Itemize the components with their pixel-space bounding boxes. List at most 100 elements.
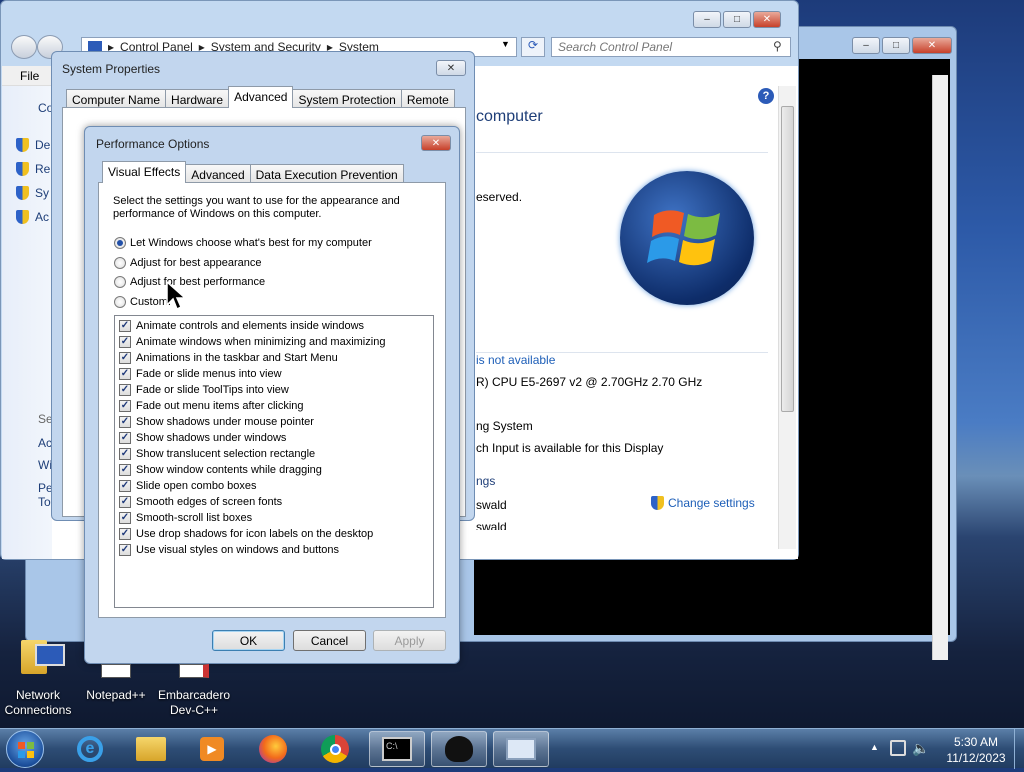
taskbar-internet-explorer[interactable]: e (62, 731, 118, 767)
rating-link[interactable]: is not available (476, 353, 555, 367)
effect-checkbox[interactable]: ✓ Slide open combo boxes (119, 478, 433, 494)
system-clock[interactable]: 5:30 AM 11/12/2023 (936, 734, 1016, 766)
desktop-icon-label: Notepad++ (86, 688, 146, 702)
copyright-text: eserved. (476, 190, 523, 204)
help-icon[interactable]: ? (758, 88, 774, 104)
shield-icon (16, 162, 29, 176)
effect-checkbox[interactable]: ✓ Smooth edges of screen fonts (119, 494, 433, 510)
taskbar-chrome[interactable] (307, 731, 363, 767)
menu-file[interactable]: File (20, 69, 39, 83)
tab-visual-effects[interactable]: Visual Effects (102, 161, 187, 183)
effect-checkbox[interactable]: ✓ Animations in the taskbar and Start Men… (119, 350, 433, 366)
desktop-icon-devcpp[interactable]: Embarcadero Dev-C++ (156, 664, 232, 718)
effect-checkbox[interactable]: ✓ Show shadows under windows (119, 430, 433, 446)
close-icon[interactable]: ✕ (912, 37, 952, 54)
left-pane-item[interactable]: Sy (16, 186, 49, 200)
search-icon[interactable]: ⚲ (773, 39, 782, 53)
effect-label: Fade or slide ToolTips into view (136, 384, 289, 396)
apply-button[interactable]: Apply (373, 630, 446, 651)
description-text: Select the settings you want to use for … (113, 195, 400, 220)
tab-data-execution-prevention[interactable]: Data Execution Prevention (249, 164, 404, 183)
start-button[interactable] (6, 730, 44, 768)
radio-best-performance[interactable]: Adjust for best performance (114, 276, 265, 288)
effect-checkbox[interactable]: ✓ Fade or slide ToolTips into view (119, 382, 433, 398)
volume-muted-icon[interactable]: 🔈 (912, 740, 929, 757)
effect-checkbox[interactable]: ✓ Show window contents while dragging (119, 462, 433, 478)
effect-checkbox[interactable]: ✓ Show shadows under mouse pointer (119, 414, 433, 430)
left-pane-item[interactable]: Ac (16, 210, 49, 224)
network-status-icon[interactable] (890, 740, 906, 756)
effect-checkbox[interactable]: ✓ Fade out menu items after clicking (119, 398, 433, 414)
effect-label: Slide open combo boxes (136, 480, 257, 492)
visual-effects-list[interactable]: ✓ Animate controls and elements inside wi… (114, 315, 434, 608)
tab-remote[interactable]: Remote (400, 89, 455, 108)
devcpp-icon (179, 664, 209, 678)
change-settings-link[interactable]: Change settings (651, 496, 755, 510)
left-pane-item[interactable]: Re (16, 162, 50, 176)
shield-icon (16, 186, 29, 200)
checkmark-icon: ✓ (119, 496, 131, 508)
taskbar-explorer[interactable] (123, 731, 179, 767)
ok-button[interactable]: OK (212, 630, 285, 651)
back-icon[interactable] (11, 35, 37, 59)
left-pane-link[interactable]: To (38, 495, 51, 509)
performance-options-dialog[interactable]: Performance Options ✕ Visual Effects Adv… (84, 126, 460, 664)
effect-checkbox[interactable]: ✓ Use visual styles on windows and button… (119, 542, 433, 558)
taskbar-firefox[interactable] (245, 731, 301, 767)
left-pane-item[interactable]: De (16, 138, 50, 152)
taskbar-system[interactable] (493, 731, 549, 767)
radio-custom[interactable]: Custom: (114, 296, 171, 308)
radio-windows-choose[interactable]: Let Windows choose what's best for my co… (114, 237, 372, 249)
cp-scrollbar[interactable] (778, 86, 796, 549)
effect-label: Show shadows under mouse pointer (136, 416, 314, 428)
minimize-icon[interactable]: – (852, 37, 880, 54)
checkmark-icon: ✓ (119, 480, 131, 492)
radio-icon (114, 296, 126, 308)
tab-hardware[interactable]: Hardware (165, 89, 230, 108)
bg-scrollbar[interactable] (932, 75, 948, 660)
dropdown-arrow-icon[interactable]: ▼ (501, 39, 510, 49)
search-input[interactable]: Search Control Panel (551, 37, 791, 57)
close-icon[interactable]: ✕ (436, 60, 466, 76)
checkmark-icon: ✓ (119, 432, 131, 444)
close-icon[interactable]: ✕ (421, 135, 451, 151)
left-pane-link[interactable]: Wi (38, 458, 52, 472)
radio-best-appearance[interactable]: Adjust for best appearance (114, 257, 261, 269)
effect-checkbox[interactable]: ✓ Animate windows when minimizing and max… (119, 334, 433, 350)
desktop-icon-network-connections[interactable]: Network Connections (0, 634, 76, 718)
shield-icon (16, 138, 29, 152)
cancel-button[interactable]: Cancel (293, 630, 366, 651)
checkmark-icon: ✓ (119, 400, 131, 412)
close-icon[interactable]: ✕ (753, 11, 781, 28)
dialog-title: Performance Options (96, 137, 210, 151)
effect-checkbox[interactable]: ✓ Smooth-scroll list boxes (119, 510, 433, 526)
scroll-thumb[interactable] (781, 106, 794, 412)
tab-computer-name[interactable]: Computer Name (66, 89, 167, 108)
system-type-value: ng System (476, 419, 533, 433)
effect-checkbox[interactable]: ✓ Fade or slide menus into view (119, 366, 433, 382)
effect-checkbox[interactable]: ✓ Show translucent selection rectangle (119, 446, 433, 462)
maximize-icon[interactable]: □ (882, 37, 910, 54)
taskbar-app[interactable] (431, 731, 487, 767)
taskbar-media-player[interactable]: ▶ (184, 731, 240, 767)
refresh-icon[interactable]: ⟳ (521, 37, 545, 57)
checkmark-icon: ✓ (119, 528, 131, 540)
left-pane-link[interactable]: Ac (38, 436, 52, 450)
desktop-icon-notepadpp[interactable]: Notepad++ (78, 664, 154, 703)
show-desktop-button[interactable] (1014, 729, 1024, 769)
shield-icon (651, 496, 664, 510)
tab-system-protection[interactable]: System Protection (292, 89, 402, 108)
show-hidden-icons-icon[interactable]: ▲ (870, 742, 879, 752)
tab-advanced[interactable]: Advanced (185, 164, 251, 183)
taskbar-cmd[interactable]: C:\ (369, 731, 425, 767)
clock-time: 5:30 AM (953, 735, 999, 749)
radio-icon (114, 276, 126, 288)
minimize-icon[interactable]: – (693, 11, 721, 28)
maximize-icon[interactable]: □ (723, 11, 751, 28)
effect-checkbox[interactable]: ✓ Use drop shadows for icon labels on the… (119, 526, 433, 542)
left-pane: Co De Re Sy Ac Se Ac Wi Pe To (2, 86, 53, 559)
tab-advanced[interactable]: Advanced (228, 86, 294, 108)
effect-checkbox[interactable]: ✓ Animate controls and elements inside wi… (119, 318, 433, 334)
dialog-title: System Properties (62, 62, 161, 76)
cp-caption-buttons: – □ ✕ (693, 11, 781, 28)
